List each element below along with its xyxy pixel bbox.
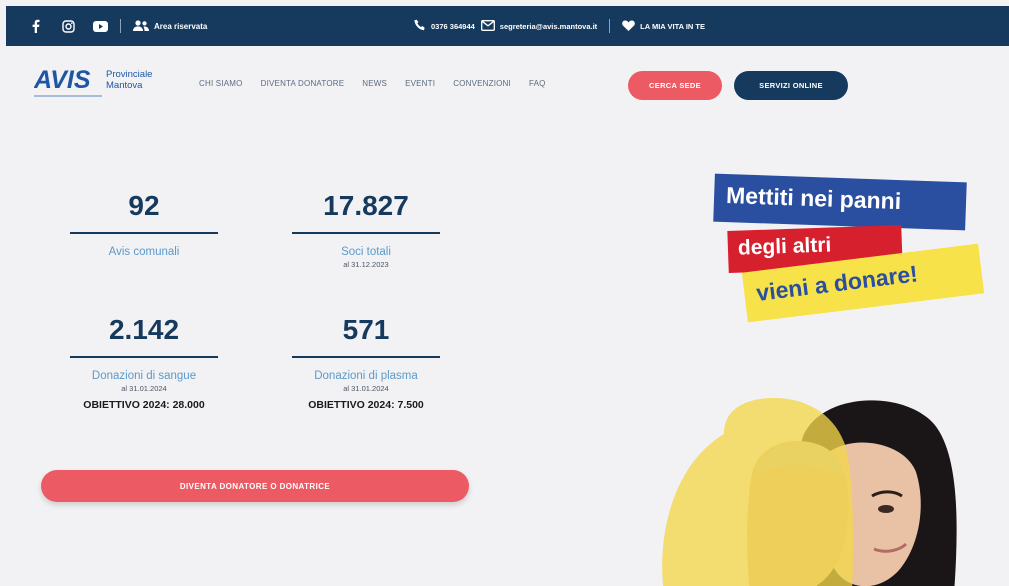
- campaign-photo: [654, 394, 974, 586]
- menu-item-eventi[interactable]: EVENTI: [405, 79, 435, 88]
- menu-item-news[interactable]: NEWS: [362, 79, 387, 88]
- menu: CHI SIAMO DIVENTA DONATORE NEWS EVENTI C…: [199, 79, 546, 88]
- logo-line2: Mantova: [106, 80, 143, 91]
- mail-icon: [480, 19, 495, 33]
- logo-line1: Provinciale: [106, 69, 152, 80]
- menu-item-diventa-donatore[interactable]: DIVENTA DONATORE: [261, 79, 345, 88]
- stat-label: Donazioni di plasma: [314, 370, 418, 382]
- stat-value: 17.827: [323, 190, 409, 221]
- logo-mark: AVIS: [34, 66, 91, 94]
- stat-label: Avis comunali: [108, 246, 180, 258]
- avis-logo[interactable]: AVIS Provinciale Mantova: [33, 64, 179, 104]
- phone-icon: [414, 19, 426, 33]
- stat-date: al 31.01.2024: [121, 384, 167, 393]
- stat-soci-totali: 17.827 Soci totali al 31.12.2023: [292, 188, 440, 269]
- menu-item-faq[interactable]: FAQ: [529, 79, 546, 88]
- cerca-sede-button[interactable]: CERCA SEDE: [628, 71, 722, 100]
- top-bar: Area riservata 0376 364944 segreteria@av…: [6, 6, 1009, 46]
- stat-value: 571: [342, 314, 390, 345]
- main-nav: AVIS Provinciale Mantova CHI SIAMO DIVEN…: [6, 46, 1009, 118]
- stat-rule: [292, 232, 440, 234]
- slogan-line1: Mettiti nei panni: [713, 173, 967, 231]
- reserved-area-link[interactable]: Area riservata: [133, 19, 208, 33]
- divider: [120, 19, 121, 33]
- stat-date: al 31.12.2023: [343, 260, 389, 269]
- page: Area riservata 0376 364944 segreteria@av…: [6, 6, 1009, 586]
- email-address: segreteria@avis.mantova.it: [499, 21, 598, 31]
- reserved-area-label: Area riservata: [154, 21, 208, 31]
- stat-date: al 31.01.2024: [343, 384, 389, 393]
- social-links: [6, 18, 108, 34]
- phone-link[interactable]: 0376 364944: [414, 19, 475, 33]
- facebook-icon[interactable]: [28, 18, 44, 34]
- stat-rule: [292, 356, 440, 358]
- stat-label: Soci totali: [341, 246, 391, 258]
- heart-icon: [622, 19, 635, 33]
- menu-item-convenzioni[interactable]: CONVENZIONI: [453, 79, 511, 88]
- instagram-icon[interactable]: [60, 18, 76, 34]
- menu-item-chi-siamo[interactable]: CHI SIAMO: [199, 79, 243, 88]
- stat-donazioni-plasma: 571 Donazioni di plasma al 31.01.2024 OB…: [292, 312, 440, 411]
- users-icon: [133, 19, 149, 33]
- diventa-donatore-button[interactable]: DIVENTA DONATORE O DONATRICE: [41, 470, 469, 502]
- email-link[interactable]: segreteria@avis.mantova.it: [480, 19, 598, 33]
- life-link[interactable]: LA MIA VITA IN TE: [622, 19, 706, 33]
- life-label: LA MIA VITA IN TE: [640, 21, 706, 31]
- youtube-icon[interactable]: [92, 18, 108, 34]
- stat-goal: OBIETTIVO 2024: 28.000: [83, 399, 205, 411]
- stat-rule: [70, 232, 218, 234]
- stat-donazioni-sangue: 2.142 Donazioni di sangue al 31.01.2024 …: [70, 312, 218, 411]
- stat-goal: OBIETTIVO 2024: 7.500: [308, 399, 424, 411]
- servizi-online-button[interactable]: SERVIZI ONLINE: [734, 71, 848, 100]
- stat-rule: [70, 356, 218, 358]
- phone-number: 0376 364944: [431, 21, 475, 31]
- contacts: 0376 364944 segreteria@avis.mantova.it L…: [414, 6, 705, 46]
- stat-avis-comunali: 92 Avis comunali: [70, 188, 218, 258]
- stat-value: 2.142: [108, 314, 180, 345]
- stat-value: 92: [128, 190, 160, 221]
- divider: [609, 19, 611, 33]
- stat-label: Donazioni di sangue: [91, 370, 197, 382]
